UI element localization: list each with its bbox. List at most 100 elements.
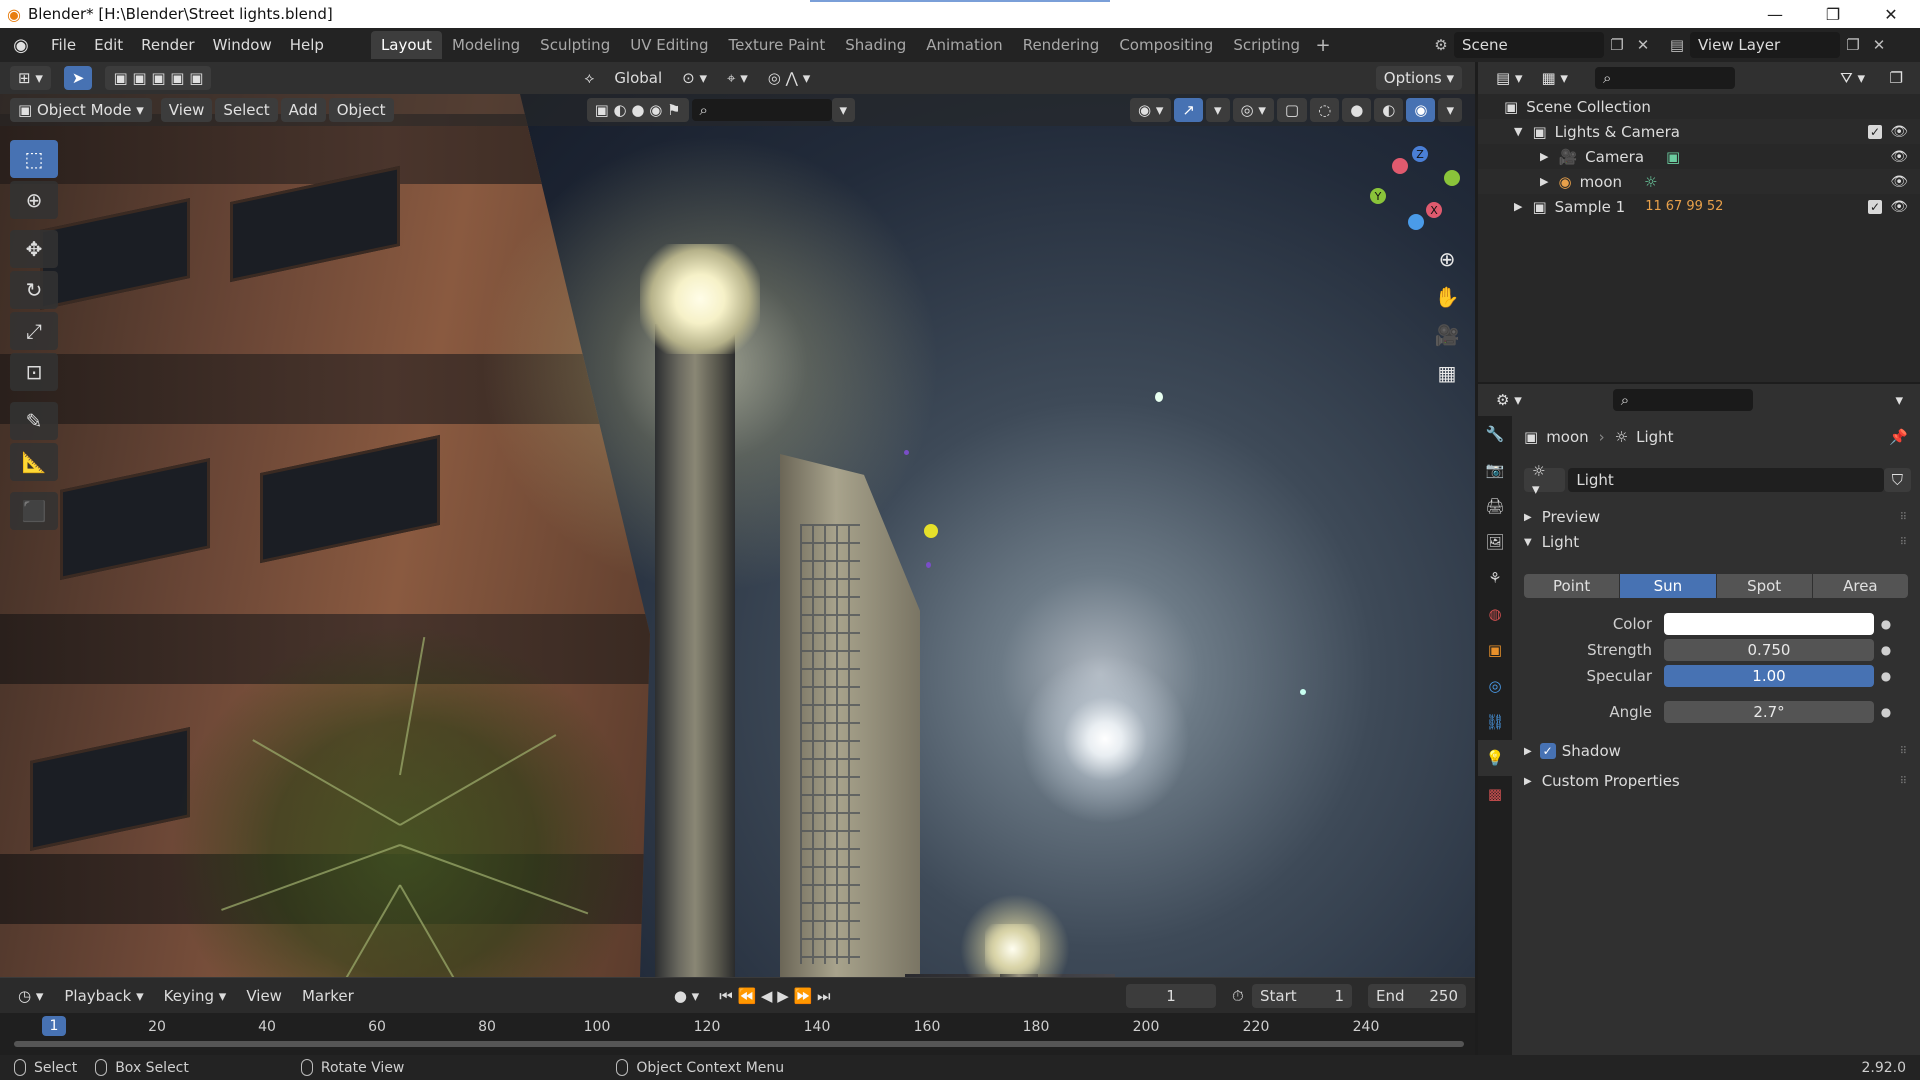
3d-viewport[interactable] [0,94,1475,977]
gizmo-z-axis[interactable]: Z [1412,146,1428,162]
viewport-shading-mini-icons[interactable]: ▣ ◐ ● ◉ ⚑ [586,98,689,122]
transform-pivot-icon[interactable]: ⟡ [574,69,604,87]
drag-grip-icon[interactable]: ⠿ [1900,537,1907,548]
rendered-shading-icon[interactable]: ◉ [1406,98,1436,122]
scene-tab-icon[interactable]: ⚘ [1478,560,1512,596]
gizmo-x-axis[interactable]: X [1426,202,1442,218]
light-gizmo[interactable] [926,562,931,568]
search-dropdown-icon[interactable]: ▾ [831,98,856,122]
scene-collection-row[interactable]: ▣ Scene Collection [1478,94,1920,119]
menu-keying[interactable]: Keying ▾ [154,987,237,1005]
pivot-point-icon[interactable]: ⊙ ▾ [672,69,717,87]
overlay-icon[interactable]: ◎ ▾ [1232,98,1274,122]
view-layer-icon[interactable]: ▤ [1664,32,1690,58]
outliner-row-lights-camera[interactable]: ▼ ▣ Lights & Camera ✓ 👁 [1478,119,1920,144]
visibility-icon[interactable]: ◉ ▾ [1130,98,1172,122]
expand-arrow-icon[interactable]: ▶ [1540,150,1548,163]
gizmo-y-axis[interactable]: Y [1370,188,1386,204]
blender-menu-icon[interactable]: ◉ [0,35,42,56]
light-type-spot[interactable]: Spot [1716,574,1812,598]
cursor-tool-icon[interactable]: ⊕ [10,181,58,219]
object-mode-select[interactable]: ▣ Object Mode ▾ [10,98,152,122]
drag-grip-icon[interactable]: ⠿ [1900,512,1907,523]
outliner-row-camera[interactable]: ▶ 🎥 Camera ▣ 👁 [1478,144,1920,169]
keyframe-dot-icon[interactable]: ● [1874,643,1898,657]
delete-scene-icon[interactable]: ✕ [1630,32,1656,58]
pin-icon[interactable]: 📌 [1889,428,1908,446]
transform-tool-icon[interactable]: ⊡ [10,353,58,391]
outliner-editor-icon[interactable]: ▤ ▾ [1488,66,1530,90]
light-type-area[interactable]: Area [1812,574,1908,598]
menu-timeline-view[interactable]: View [236,987,292,1005]
timeline-area[interactable]: 1 20 40 60 80 100 120 140 160 180 200 22… [0,1013,1475,1055]
menu-add[interactable]: Add [280,98,326,122]
gizmo-toggle-icon[interactable]: ↗ [1174,98,1203,122]
xray-icon[interactable]: ▢ [1276,98,1308,122]
eye-icon[interactable]: 👁 [1890,174,1908,190]
datablock-type-icon[interactable]: ☼ ▾ [1524,462,1566,498]
shadow-section-header[interactable]: ▶ ✓ Shadow ⠿ [1524,742,1914,760]
render-tab-icon[interactable]: 📷 [1478,452,1512,488]
world-tab-icon[interactable]: ◍ [1478,596,1512,632]
menu-render[interactable]: Render [132,36,203,54]
tab-sculpting[interactable]: Sculpting [530,31,620,59]
camera-view-icon[interactable]: 🎥 [1430,318,1464,352]
menu-select[interactable]: Select [215,98,278,122]
eye-icon[interactable]: 👁 [1890,199,1908,215]
expand-arrow-icon[interactable]: ▼ [1514,125,1522,138]
properties-search-field[interactable]: ⌕ [1612,389,1753,411]
gizmo-neg-x-axis[interactable] [1392,158,1408,174]
timeline-scrollbar[interactable] [14,1041,1464,1047]
display-mode-icon[interactable]: ▦ ▾ [1533,66,1575,90]
gizmo-dropdown-icon[interactable]: ▾ [1205,98,1230,122]
select-tool-icon[interactable]: ➤ [63,66,93,90]
navigation-gizmo[interactable]: Z Y X [1360,140,1460,240]
properties-options-icon[interactable]: ▾ [1887,388,1911,412]
timeline-editor-icon[interactable]: ◷ ▾ [10,984,51,1008]
exclude-checkbox[interactable]: ✓ [1868,124,1882,139]
menu-object[interactable]: Object [328,98,394,122]
texture-tab-icon[interactable]: ▩ [1478,776,1512,812]
menu-help[interactable]: Help [281,36,333,54]
frame-cursor[interactable]: 1 [42,1016,66,1036]
end-frame-field[interactable]: End 250 [1368,983,1466,1008]
keyframe-dot-icon[interactable]: ● [1874,617,1898,631]
tab-rendering[interactable]: Rendering [1013,31,1110,59]
new-collection-icon[interactable]: ❐ [1882,66,1911,90]
start-frame-field[interactable]: Start 1 [1252,983,1352,1008]
scene-name-field[interactable]: Scene [1454,32,1604,58]
light-gizmo[interactable] [904,450,909,455]
constraints-tab-icon[interactable]: ⛓ [1478,704,1512,740]
gizmo-neg-z-axis[interactable] [1408,214,1424,230]
output-tab-icon[interactable]: 🖨 [1478,488,1512,524]
tab-layout[interactable]: Layout [370,31,442,59]
menu-marker[interactable]: Marker [292,987,364,1005]
custom-properties-section-header[interactable]: ▶ Custom Properties ⠿ [1524,772,1914,790]
light-section-header[interactable]: ▼ Light ⠿ [1524,533,1914,551]
tool-tab-icon[interactable]: 🔧 [1478,416,1512,452]
drag-grip-icon[interactable]: ⠿ [1900,746,1907,757]
keyframe-dot-icon[interactable]: ● [1874,669,1898,683]
scene-icon[interactable]: ⚙ [1428,32,1454,58]
eye-icon[interactable]: 👁 [1890,124,1908,140]
delete-view-layer-icon[interactable]: ✕ [1866,32,1892,58]
transform-orientation-select[interactable]: Global [604,69,672,87]
outliner-search-field[interactable]: ⌕ [1594,67,1735,89]
shadow-checkbox[interactable]: ✓ [1539,743,1556,759]
editor-type-icon[interactable]: ⊞ ▾ [10,66,51,90]
preview-range-icon[interactable]: ⏱ [1222,987,1254,1005]
proportional-edit-icon[interactable]: ◎ ⋀ ▾ [758,69,820,87]
tab-compositing[interactable]: Compositing [1109,31,1223,59]
menu-window[interactable]: Window [204,36,281,54]
new-scene-icon[interactable]: ❐ [1604,32,1630,58]
playback-controls[interactable]: ⏮ ⏪ ◀ ▶ ⏩ ⏭ [709,987,840,1005]
menu-playback[interactable]: Playback ▾ [54,987,153,1005]
drag-grip-icon[interactable]: ⠿ [1900,776,1907,787]
record-icon[interactable]: ● ▾ [664,987,709,1005]
fake-user-shield-icon[interactable]: ⛉ [1883,468,1911,492]
tab-shading[interactable]: Shading [835,31,916,59]
specular-field[interactable]: 1.00 [1664,665,1874,687]
preview-section-header[interactable]: ▶ Preview ⠿ [1524,508,1914,526]
eye-icon[interactable]: 👁 [1890,149,1908,165]
minimize-button[interactable]: — [1746,0,1804,28]
